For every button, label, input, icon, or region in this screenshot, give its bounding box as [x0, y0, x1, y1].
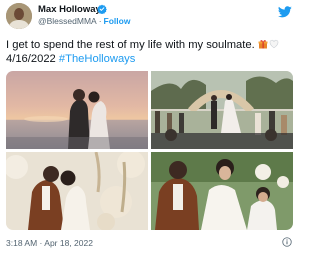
photo-sunset-beach-kiss[interactable] — [6, 71, 148, 149]
separator-dot: · — [98, 16, 102, 26]
photo-garden-ceremony[interactable] — [151, 71, 293, 149]
author-handle-row: @BlessedMMA · Follow — [38, 16, 130, 26]
tweet-date: 4/16/2022 — [6, 53, 56, 65]
follow-button[interactable]: Follow — [104, 16, 131, 26]
verified-badge-icon — [97, 4, 107, 14]
tweet-body: I get to spend the rest of my life with … — [6, 39, 255, 51]
twitter-bird-icon[interactable] — [278, 6, 292, 18]
media-grid — [6, 71, 293, 230]
author-display-name[interactable]: Max Holloway — [38, 4, 101, 15]
info-icon[interactable] — [282, 237, 292, 247]
author-handle[interactable]: @BlessedMMA — [38, 16, 97, 26]
hashtag-link[interactable]: #TheHolloways — [59, 53, 135, 65]
author-avatar[interactable] — [6, 3, 32, 29]
photo-floral-arch-kiss[interactable] — [6, 152, 148, 230]
gift-emoji-icon — [258, 40, 268, 49]
white-heart-icon — [269, 39, 279, 49]
tweet-timestamp[interactable]: 3:18 AM · Apr 18, 2022 — [6, 238, 93, 248]
tweet-card: Max Holloway @BlessedMMA · Follow I get to… — [0, 0, 300, 254]
tweet-text: I get to spend the rest of my life with … — [6, 38, 296, 66]
photo-couple-with-child[interactable] — [151, 152, 293, 230]
